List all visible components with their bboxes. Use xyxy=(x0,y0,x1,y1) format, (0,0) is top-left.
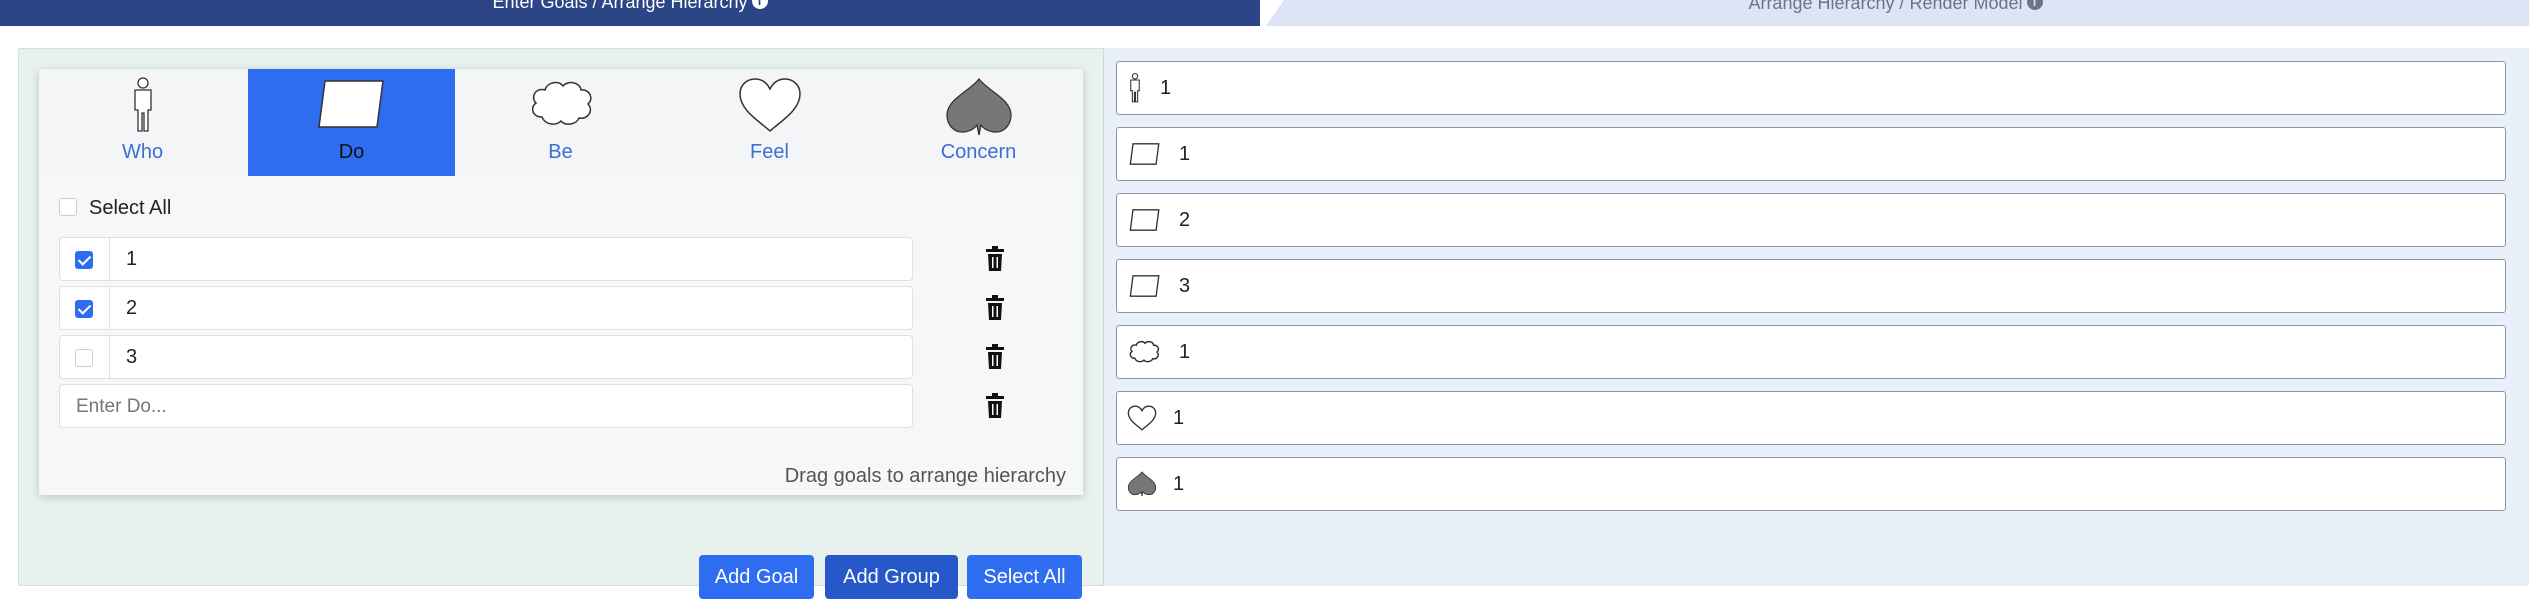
trash-icon[interactable] xyxy=(985,393,1005,419)
parallelogram-icon xyxy=(317,80,384,128)
goal-card: Who Do Be Feel Concern Select All 1 2 3 … xyxy=(39,69,1083,495)
category-tab-concern[interactable]: Concern xyxy=(875,69,1082,176)
goal-row[interactable]: 1 xyxy=(59,237,919,282)
goal-row[interactable]: 3 xyxy=(59,335,919,380)
hierarchy-node-label: 1 xyxy=(1179,143,1191,165)
new-goal-input[interactable]: Enter Do... xyxy=(59,384,913,428)
tab-render-model-label: Arrange Hierarchy / Render Model xyxy=(1748,0,2023,13)
category-tab-do[interactable]: Do xyxy=(248,69,455,176)
category-tab-feel[interactable]: Feel xyxy=(666,69,873,176)
tab-render-model[interactable]: Arrange Hierarchy / Render Model i xyxy=(1262,0,2529,26)
spade-icon xyxy=(1127,471,1157,497)
hierarchy-node-label: 2 xyxy=(1179,209,1191,231)
hierarchy-node-feel[interactable]: 1 xyxy=(1116,391,2506,445)
hierarchy-node-label: 1 xyxy=(1173,407,1185,429)
category-label: Feel xyxy=(750,141,789,163)
cloud-icon xyxy=(531,81,592,125)
category-tab-be[interactable]: Be xyxy=(457,69,664,176)
category-label: Concern xyxy=(940,141,1017,163)
hierarchy-node-who[interactable]: 1 xyxy=(1116,61,2506,115)
select-all-label: Select All xyxy=(89,197,172,219)
parallelogram-icon xyxy=(1129,143,1160,165)
goal-checkbox[interactable] xyxy=(75,300,93,318)
hierarchy-panel: 1 1 2 3 1 1 1 xyxy=(1103,48,2529,586)
info-icon[interactable]: i xyxy=(2026,0,2043,11)
person-icon xyxy=(133,77,152,132)
goal-checkbox[interactable] xyxy=(75,251,93,269)
goal-checkbox[interactable] xyxy=(75,349,93,367)
goal-input[interactable]: 1 xyxy=(59,237,913,282)
category-label: Who xyxy=(121,141,164,163)
person-icon xyxy=(1130,73,1140,103)
heart-icon xyxy=(738,78,801,133)
trash-icon[interactable] xyxy=(985,344,1005,370)
info-icon[interactable]: i xyxy=(751,0,768,10)
new-goal-placeholder: Enter Do... xyxy=(76,396,167,417)
goal-value: 2 xyxy=(126,297,138,319)
category-tab-who[interactable]: Who xyxy=(39,69,246,176)
hierarchy-node-label: 3 xyxy=(1179,275,1191,297)
goal-input[interactable]: 2 xyxy=(59,286,913,331)
parallelogram-icon xyxy=(1129,209,1160,231)
category-tabs: Who Do Be Feel Concern xyxy=(39,69,1083,176)
heart-icon xyxy=(1127,405,1157,431)
top-tab-bar: Enter Goals / Arrange Hierarchy i Arrange… xyxy=(0,0,2529,26)
trash-icon[interactable] xyxy=(985,295,1005,321)
hierarchy-node-do[interactable]: 2 xyxy=(1116,193,2506,247)
goal-input[interactable]: 3 xyxy=(59,335,913,380)
add-goal-button[interactable]: Add Goal xyxy=(699,555,814,599)
hierarchy-node-concern[interactable]: 1 xyxy=(1116,457,2506,511)
category-label: Do xyxy=(338,141,365,163)
goal-row[interactable]: 2 xyxy=(59,286,919,331)
category-label: Be xyxy=(548,141,573,163)
goal-value: 1 xyxy=(126,248,138,270)
drag-hint: Drag goals to arrange hierarchy xyxy=(784,465,1066,487)
parallelogram-icon xyxy=(1129,275,1160,297)
hierarchy-node-do[interactable]: 1 xyxy=(1116,127,2506,181)
spade-icon xyxy=(945,77,1012,136)
hierarchy-node-do[interactable]: 3 xyxy=(1116,259,2506,313)
select-all-checkbox[interactable] xyxy=(59,198,77,216)
goal-value: 3 xyxy=(126,346,138,368)
tab-enter-goals-label: Enter Goals / Arrange Hierarchy xyxy=(492,0,748,12)
cloud-icon xyxy=(1129,340,1160,363)
select-all-button[interactable]: Select All xyxy=(967,555,1082,599)
add-group-button[interactable]: Add Group xyxy=(825,555,958,599)
hierarchy-node-label: 1 xyxy=(1179,341,1191,363)
hierarchy-node-label: 1 xyxy=(1173,473,1185,495)
tab-enter-goals[interactable]: Enter Goals / Arrange Hierarchy i xyxy=(0,0,1260,26)
trash-icon[interactable] xyxy=(985,246,1005,272)
new-goal-row[interactable]: Enter Do... xyxy=(59,384,919,428)
goal-entry-panel: Who Do Be Feel Concern Select All 1 2 3 … xyxy=(18,48,1117,599)
hierarchy-node-label: 1 xyxy=(1160,77,1172,99)
hierarchy-node-be[interactable]: 1 xyxy=(1116,325,2506,379)
